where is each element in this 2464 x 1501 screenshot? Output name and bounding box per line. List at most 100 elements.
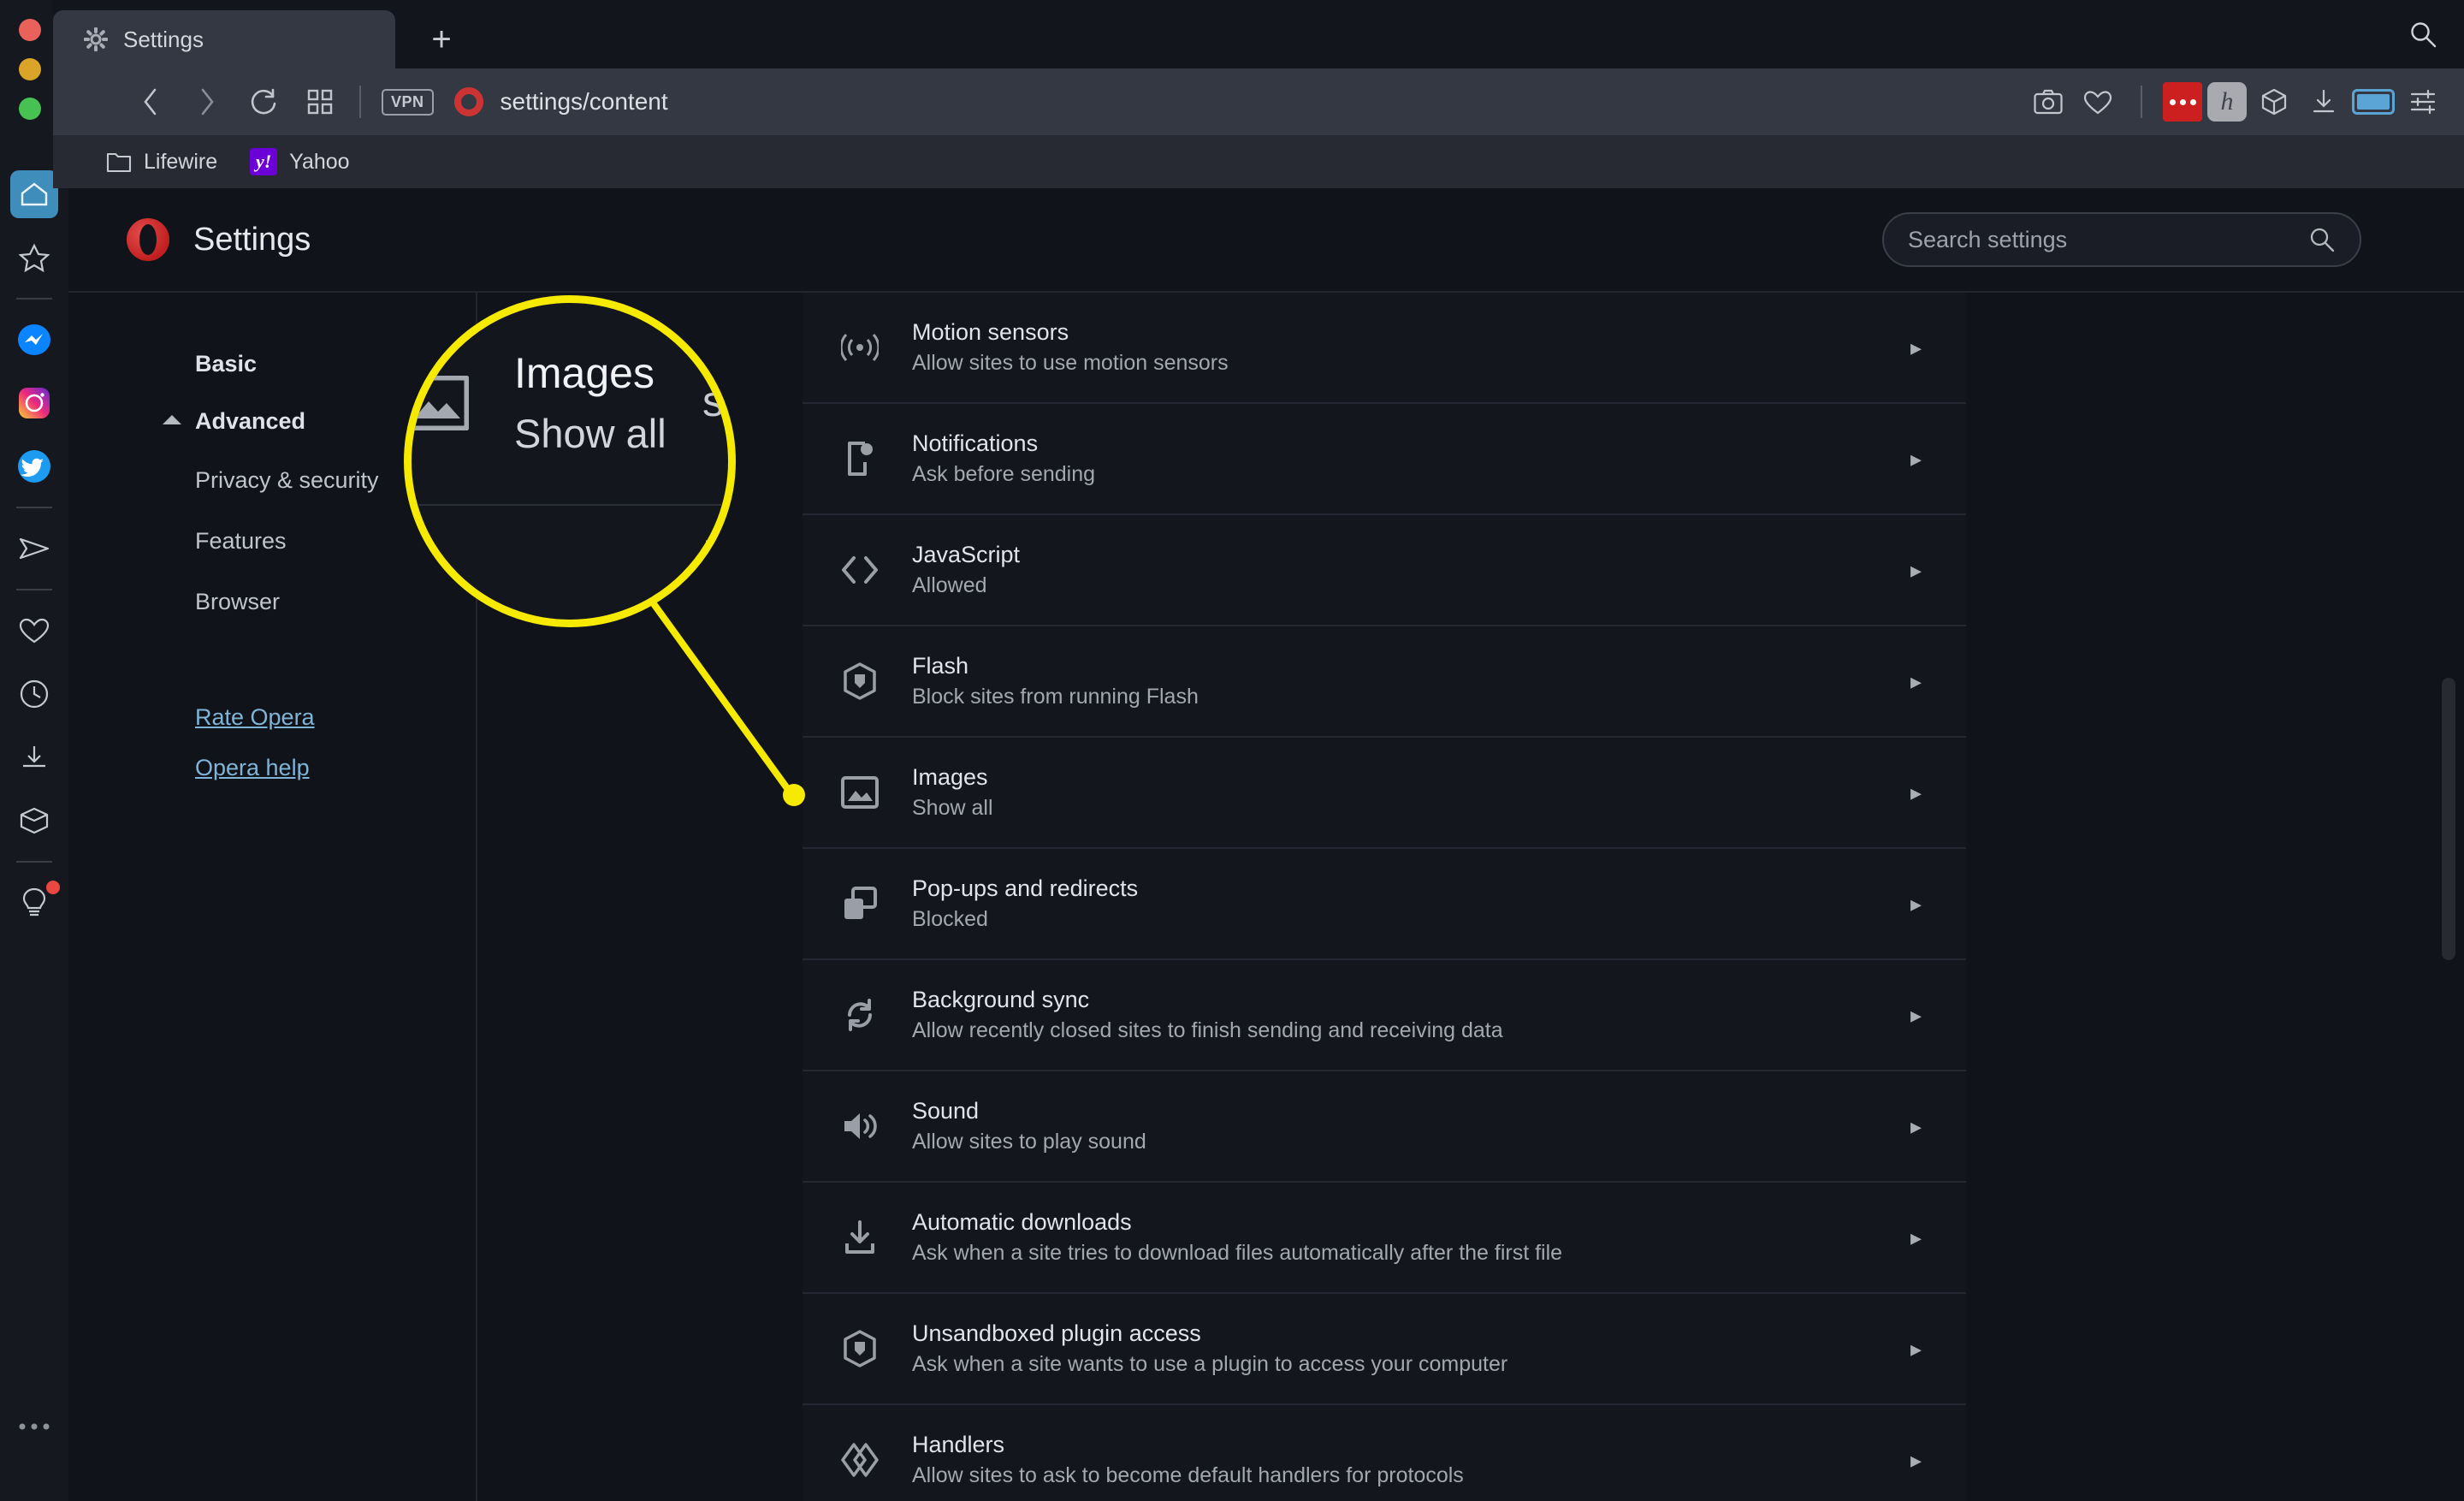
row-subtitle: Ask when a site wants to use a plugin to… [912,1352,1508,1377]
sidebar-item-speed-dial[interactable] [10,234,58,282]
row-title: Unsandboxed plugin access [912,1320,1201,1346]
background-sync-icon [832,996,888,1034]
honey-extension-button[interactable]: h [2207,82,2247,122]
extensions-cube-icon [20,807,49,834]
content-setting-row[interactable]: Notifications Ask before sending ▸ [803,404,1966,515]
content-setting-row[interactable]: Sound Allow sites to play sound ▸ [803,1071,1966,1183]
heart-icon [2083,91,2112,115]
tab-title: Settings [123,26,204,52]
sidebar-item-home[interactable] [10,170,58,218]
downloads-button[interactable] [2301,80,2346,124]
rate-opera-link[interactable]: Rate Opera [68,692,476,743]
sidebar-item-messenger[interactable] [10,316,58,364]
magnifier-callout: Block s Images Show all Pop-u [404,295,736,627]
row-text: Motion sensors Allow sites to use motion … [912,317,1229,379]
magnifier-title: Images [514,348,654,397]
speed-dial-button[interactable] [296,78,344,126]
back-button[interactable] [127,78,175,126]
row-subtitle: Blocked [912,907,988,932]
telegram-icon [19,537,50,560]
content-setting-row[interactable]: Handlers Allow sites to ask to become def… [803,1405,1966,1501]
sidebar-item-browser[interactable]: Browser [68,572,476,632]
content-setting-row[interactable]: Background sync Allow recently closed sit… [803,960,1966,1071]
content-setting-row[interactable]: Flash Block sites from running Flash ▸ [803,626,1966,738]
sidebar-item-tips[interactable] [10,879,60,927]
gear-icon [84,27,108,51]
easy-setup-icon [2410,89,2436,115]
content-settings-list: Motion sensors Allow sites to use motion … [803,293,1966,1501]
row-subtitle: Allow sites to play sound [912,1130,1146,1154]
download-icon [2313,89,2335,113]
unsandboxed-plugin-icon [832,1330,888,1368]
navigation-bar: VPN settings/content h [53,68,2464,135]
toolbar-divider [2141,86,2142,118]
vpn-status-button[interactable] [2351,80,2396,124]
content-setting-row[interactable]: Images Show all ▸ [803,738,1966,849]
snapshot-button[interactable] [2026,80,2070,124]
chevron-right-icon: ▸ [1910,445,1922,472]
chevron-up-icon [163,415,181,424]
window-minimize-button[interactable] [19,58,41,80]
tab-search-button[interactable] [2402,14,2443,55]
scrollbar-thumb[interactable] [2442,678,2455,960]
adblock-extension-button[interactable] [2163,82,2202,122]
reload-button[interactable] [240,78,287,126]
magnifier-content: Images Show all [412,303,728,506]
chevron-right-icon: ▸ [1910,556,1922,583]
sidebar-item-telegram[interactable] [10,525,58,573]
chevron-right-icon: ▸ [1910,1112,1922,1139]
row-text: Unsandboxed plugin access Ask when a site… [912,1318,1507,1380]
sidebar-item-more[interactable] [10,1403,58,1451]
bookmark-lifewire[interactable]: Lifewire [96,145,228,180]
sidebar-item-extensions[interactable] [10,797,58,845]
sidebar-item-downloads[interactable] [10,733,58,781]
content-setting-row[interactable]: Pop-ups and redirects Blocked ▸ [803,849,1966,960]
sidebar-item-instagram[interactable] [10,379,58,427]
twitter-icon [18,450,50,483]
row-subtitle: Ask before sending [912,462,1096,487]
window-close-button[interactable] [19,19,41,41]
address-bar[interactable]: settings/content [500,88,668,116]
row-text: Pop-ups and redirects Blocked [912,873,1138,935]
sidebar-item-history[interactable] [10,670,58,718]
row-title: Images [912,763,988,790]
opera-help-link[interactable]: Opera help [68,743,476,793]
easy-setup-button[interactable] [2401,80,2445,124]
magnifier-subtitle: Show all [514,411,666,456]
sound-icon [832,1110,888,1142]
lightbulb-icon [22,887,46,917]
row-subtitle: Ask when a site tries to download files … [912,1241,1563,1266]
reload-icon [251,88,276,115]
favorites-button[interactable] [2076,80,2120,124]
chevron-left-icon [144,88,157,116]
search-input[interactable] [1908,226,2308,253]
instagram-icon [19,388,50,418]
forward-button[interactable] [183,78,231,126]
tab-settings[interactable]: Settings [53,10,395,68]
tab-bar: Settings + [53,0,2464,68]
vpn-badge[interactable]: VPN [382,88,434,116]
settings-search[interactable] [1882,212,2361,267]
row-title: Pop-ups and redirects [912,875,1139,901]
settings-header: Settings [68,188,2464,291]
row-subtitle: Allowed [912,573,987,598]
window-maximize-button[interactable] [19,98,41,120]
opera-sidebar [0,154,68,1501]
sidebar-divider [16,861,52,863]
cube-icon [2261,88,2287,116]
browser-window: Settings + VPN settings/content h Lifewi… [0,0,2464,1501]
sidebar-item-twitter[interactable] [10,442,58,490]
chevron-right-icon: ▸ [1910,1001,1922,1028]
row-text: JavaScript Allowed [912,539,1020,602]
bookmark-yahoo[interactable]: y! Yahoo [240,143,359,181]
automatic-downloads-icon [832,1219,888,1255]
row-title: Motion sensors [912,318,1069,345]
sidebar-item-favorites[interactable] [10,607,58,655]
new-tab-button[interactable]: + [421,19,462,60]
extensions-button[interactable] [2252,80,2296,124]
downloads-icon [23,746,45,768]
content-setting-row[interactable]: Unsandboxed plugin access Ask when a site… [803,1294,1966,1405]
content-setting-row[interactable]: Motion sensors Allow sites to use motion … [803,293,1966,404]
content-setting-row[interactable]: JavaScript Allowed ▸ [803,515,1966,626]
content-setting-row[interactable]: Automatic downloads Ask when a site tries… [803,1183,1966,1294]
